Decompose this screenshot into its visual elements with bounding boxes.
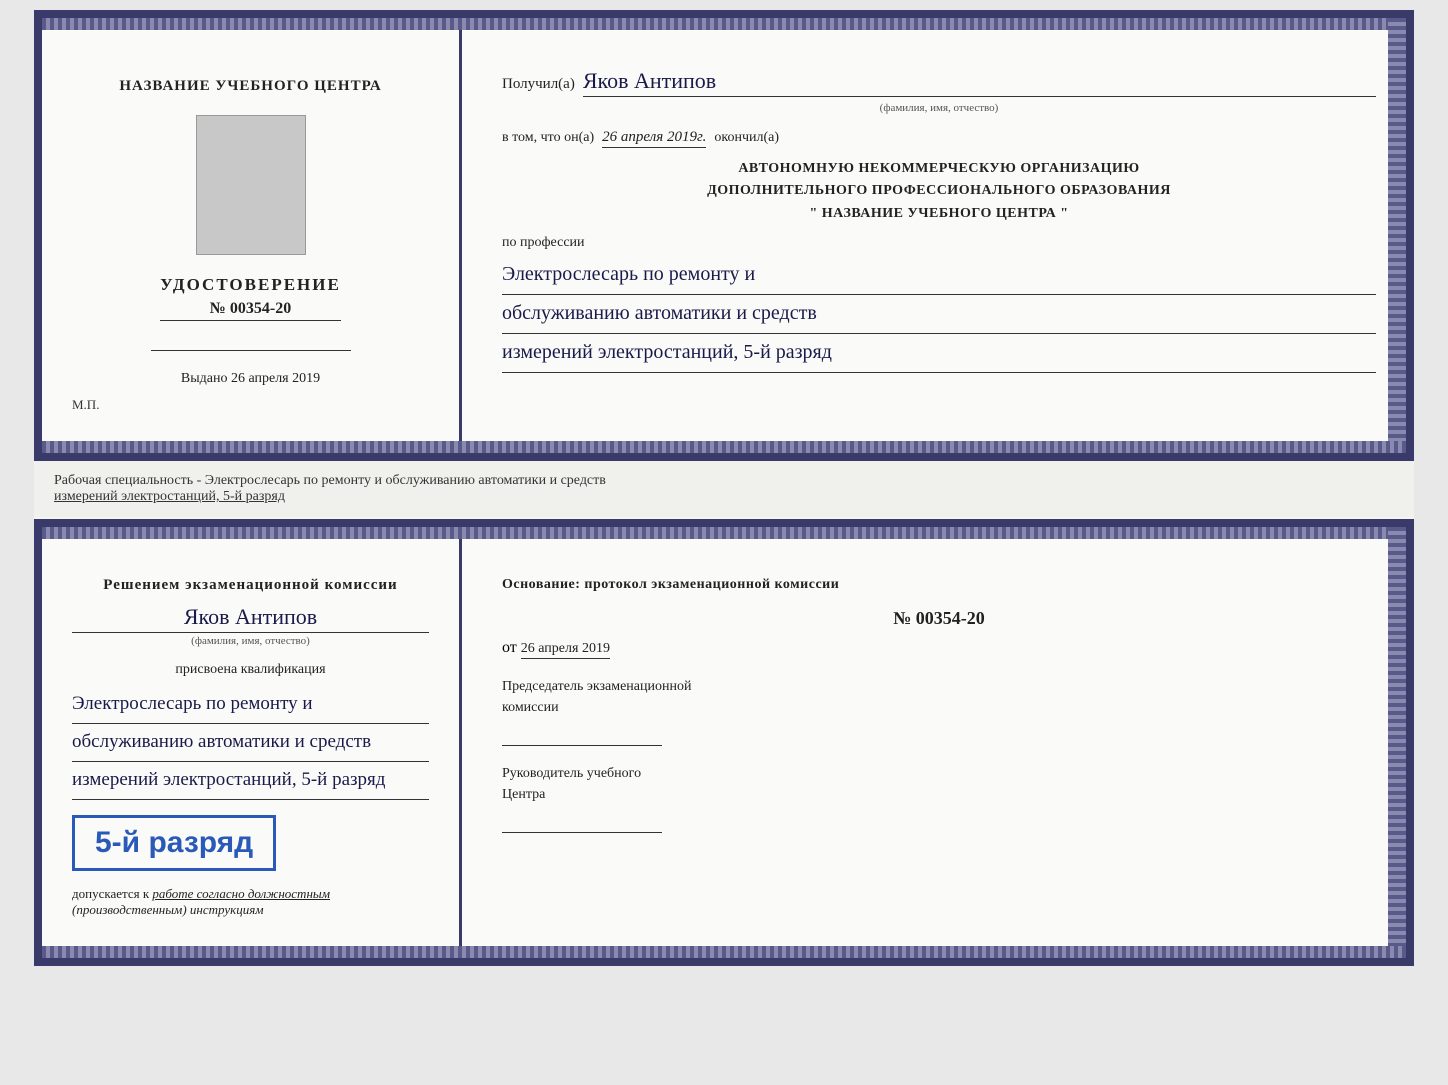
diploma-top-right: Получил(а) Яков Антипов (фамилия, имя, о… [462, 18, 1406, 453]
qual-block: Электрослесарь по ремонту и обслуживанию… [72, 686, 429, 800]
dopuskaetsya-underline: работе согласно должностным [152, 886, 330, 901]
resheniem-title: Решением экзаменационной комиссии [72, 577, 429, 594]
signature-line-top [151, 331, 351, 351]
vtom-line: в том, что он(а) 26 апреля 2019г. окончи… [502, 129, 1376, 148]
ot-line: от 26 апреля 2019 [502, 639, 1376, 659]
issued-date-value: 26 апреля 2019 [231, 371, 320, 386]
okончил-label: окончил(а) [714, 130, 779, 146]
chairman-sig-line [502, 726, 662, 746]
org-line2: ДОПОЛНИТЕЛЬНОГО ПРОФЕССИОНАЛЬНОГО ОБРАЗО… [502, 180, 1376, 202]
qual-line3: измерений электростанций, 5-й разряд [72, 762, 429, 800]
rukovoditel-sig-line [502, 813, 662, 833]
protocol-number: № 00354-20 [502, 608, 1376, 629]
profession-line1: Электрослесарь по ремонту и [502, 256, 1376, 295]
org-line1: АВТОНОМНУЮ НЕКОММЕРЧЕСКУЮ ОРГАНИЗАЦИЮ [502, 158, 1376, 180]
udostoverenie-title: УДОСТОВЕРЕНИЕ [160, 275, 341, 295]
rukovoditel-block: Руководитель учебного Центра [502, 766, 1376, 833]
diploma-top: НАЗВАНИЕ УЧЕБНОГО ЦЕНТРА УДОСТОВЕРЕНИЕ №… [34, 10, 1414, 461]
chairman-block: Председатель экзаменационной комиссии [502, 679, 1376, 746]
dopuskaetsya-text2: (производственным) инструкциям [72, 902, 264, 917]
diploma-top-left: НАЗВАНИЕ УЧЕБНОГО ЦЕНТРА УДОСТОВЕРЕНИЕ №… [42, 18, 462, 453]
chairman-title-line1: Председатель экзаменационной [502, 679, 1376, 695]
diploma-bottom: Решением экзаменационной комиссии Яков А… [34, 519, 1414, 966]
ot-date: 26 апреля 2019 [521, 641, 610, 659]
fio-subtitle-bottom: (фамилия, имя, отчество) [72, 635, 429, 647]
rukovoditel-title1: Руководитель учебного [502, 766, 1376, 782]
razryad-badge: 5-й разряд [72, 815, 276, 871]
dopuskaetsya-text: работе согласно должностным [152, 886, 330, 901]
chairman-title-line2: комиссии [502, 700, 1376, 716]
fio-subtitle-top: (фамилия, имя, отчество) [502, 102, 1376, 114]
diploma-bottom-left: Решением экзаменационной комиссии Яков А… [42, 527, 462, 958]
recipient-line: Получил(а) Яков Антипов [502, 68, 1376, 97]
qual-line1: Электрослесарь по ремонту и [72, 686, 429, 724]
cert-number: № 00354-20 [160, 300, 341, 321]
mp-label: М.П. [72, 397, 99, 413]
middle-text-line1: Рабочая специальность - Электрослесарь п… [54, 473, 606, 488]
rukovoditel-title2: Центра [502, 787, 1376, 803]
ot-label: от [502, 639, 517, 656]
bottom-name: Яков Антипов [72, 604, 429, 633]
dopuskaetsya-label: допускается к [72, 886, 149, 901]
middle-text-line2: измерений электростанций, 5-й разряд [54, 489, 285, 504]
org-block: АВТОНОМНУЮ НЕКОММЕРЧЕСКУЮ ОРГАНИЗАЦИЮ ДО… [502, 158, 1376, 225]
qual-line2: обслуживанию автоматики и средств [72, 724, 429, 762]
profession-block: Электрослесарь по ремонту и обслуживанию… [502, 256, 1376, 373]
osnovanie-title: Основание: протокол экзаменационной коми… [502, 577, 1376, 593]
issued-label: Выдано [181, 371, 228, 386]
prisvoena-label: присвоена квалификация [72, 662, 429, 678]
middle-text-block: Рабочая специальность - Электрослесарь п… [34, 461, 1414, 517]
vtom-date: 26 апреля 2019г. [602, 129, 706, 148]
recipient-name: Яков Антипов [583, 68, 1376, 97]
top-center-title: НАЗВАНИЕ УЧЕБНОГО ЦЕНТРА [119, 78, 381, 95]
po-professii: по профессии [502, 235, 1376, 251]
udostoverenie-block: УДОСТОВЕРЕНИЕ № 00354-20 [160, 275, 341, 321]
profession-line3: измерений электростанций, 5-й разряд [502, 334, 1376, 373]
recipient-label: Получил(а) [502, 76, 575, 93]
profession-line2: обслуживанию автоматики и средств [502, 295, 1376, 334]
dopuskaetsya-block: допускается к работе согласно должностны… [72, 886, 429, 918]
side-deco-right [1388, 18, 1406, 453]
diploma-bottom-right: Основание: протокол экзаменационной коми… [462, 527, 1406, 958]
org-line3: " НАЗВАНИЕ УЧЕБНОГО ЦЕНТРА " [502, 203, 1376, 225]
side-deco-right-bottom [1388, 527, 1406, 958]
vtom-label: в том, что он(а) [502, 130, 594, 146]
issued-date: Выдано 26 апреля 2019 [181, 371, 320, 387]
photo-placeholder [196, 115, 306, 255]
